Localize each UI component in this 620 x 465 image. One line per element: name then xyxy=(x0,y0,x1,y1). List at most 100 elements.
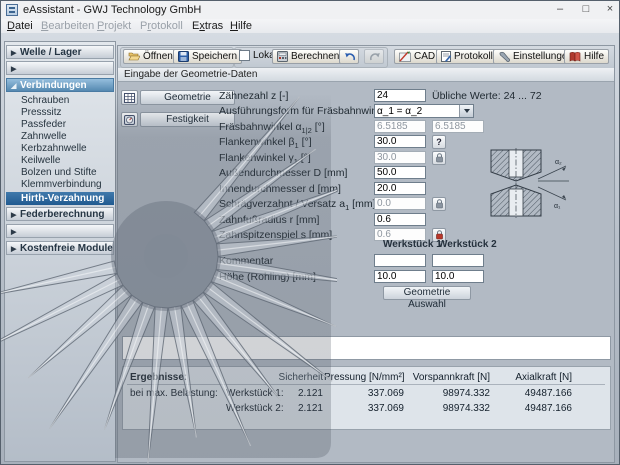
chevron-right-icon: ▶ xyxy=(11,243,20,257)
workpiece-1-label: Werkstück 1 xyxy=(383,239,442,250)
lock-button-offset[interactable] xyxy=(432,197,446,211)
book-icon xyxy=(569,51,581,62)
milling-angle-input-2 xyxy=(432,120,484,133)
label-versatz: Schrägverzahnt / Versatz a1 [mm] xyxy=(219,198,376,212)
results-row-name: Werkstück 1: xyxy=(226,388,284,399)
cad-icon xyxy=(399,51,411,62)
label-zahnfussradius: Zahnfußradius r [mm] xyxy=(219,214,319,226)
chevron-expanded-icon: ◢ xyxy=(11,80,20,94)
results-pressure: 337.069 xyxy=(344,388,404,399)
maximize-icon[interactable]: □ xyxy=(577,3,595,17)
protocol-button[interactable]: Protokoll xyxy=(436,49,498,64)
results-axial: 49487.166 xyxy=(501,403,572,414)
chevron-down-icon[interactable] xyxy=(459,105,473,117)
sidebar-item-zahnradberechnung[interactable]: ▶Zahnradberechnung xyxy=(6,61,114,75)
variant-value: α_1 = α_2 xyxy=(377,106,422,117)
menu-protokoll: Protokoll xyxy=(138,19,185,33)
label-flankenwinkel-beta: Flankenwinkel β1 [°] xyxy=(219,136,312,150)
strength-icon-button[interactable] xyxy=(121,112,138,127)
sidebar-item-welle-lager[interactable]: ▶Welle / Lager xyxy=(6,45,114,59)
geometry-icon-button[interactable] xyxy=(121,90,138,105)
menu-hilfe[interactable]: Hilfe xyxy=(228,19,254,33)
results-title: Ergebnisse: xyxy=(130,372,187,383)
undo-button[interactable] xyxy=(339,49,359,64)
results-load-label: bei max. Belastung: xyxy=(130,388,218,399)
label-flankenwinkel-gamma: Flankenwinkel γ1 [°] xyxy=(219,152,311,166)
workpiece-2-label: Werkstück 2 xyxy=(438,239,497,250)
save-disk-icon xyxy=(178,51,189,62)
offset-input xyxy=(374,197,426,210)
sidebar-item-federberechnung[interactable]: ▶Federberechnung xyxy=(6,207,114,221)
flank-angle-gamma-input xyxy=(374,151,426,164)
comment-input-2[interactable] xyxy=(432,254,484,267)
app-icon xyxy=(6,4,18,16)
inner-diameter-input[interactable] xyxy=(374,182,426,195)
open-button[interactable]: Öffnen xyxy=(123,49,178,64)
sidebar-item-kerbzahnwelle[interactable]: Kerbzahnwelle xyxy=(6,143,114,155)
folder-open-icon xyxy=(128,51,140,62)
sidebar-item-bolzen-und-stifte[interactable]: Bolzen und Stifte xyxy=(6,167,114,179)
root-radius-input[interactable] xyxy=(374,213,426,226)
col-vorspannkraft: Vorspannkraft [N] xyxy=(405,372,490,383)
sidebar-item-verbindungen[interactable]: ◢Verbindungen xyxy=(6,78,114,92)
results-row-name: Werkstück 2: xyxy=(226,403,284,414)
message-bar xyxy=(122,336,611,360)
alpha2-label: α₂ xyxy=(555,159,562,166)
label-kommentar: Kommentar xyxy=(219,255,273,267)
label-zaehnezahl: Zähnezahl z [-] xyxy=(219,90,288,102)
results-preload: 98974.332 xyxy=(415,388,490,399)
label-fraesbahnwinkel: Fräsbahnwinkel α1|2 [°] xyxy=(219,121,325,135)
grid-icon xyxy=(124,93,135,103)
comment-input-1[interactable] xyxy=(374,254,426,267)
sidebar-item-kostenfreie-module[interactable]: ▶Kostenfreie Module xyxy=(6,241,114,255)
lock-icon xyxy=(435,153,444,163)
col-sicherheit: Sicherheit xyxy=(253,372,323,383)
lock-button-gamma[interactable] xyxy=(432,151,446,165)
blank-height-input-1[interactable] xyxy=(374,270,426,283)
flank-angle-beta-input[interactable] xyxy=(374,135,426,148)
toolbar: Öffnen Speichern Lokal Berechnen xyxy=(118,46,614,69)
app-window: eAssistant - GWJ Technology GmbH – □ × D… xyxy=(0,0,620,465)
gauge-icon xyxy=(124,115,135,125)
sidebar-item-zahnwelle[interactable]: Zahnwelle xyxy=(6,131,114,143)
menu-datei[interactable]: Datei xyxy=(5,19,35,33)
label-hoehe-rohling: Höhe (Rohling) [mm] xyxy=(219,271,316,283)
sidebar-item-hirth-verzahnung[interactable]: Hirth-Verzahnung xyxy=(6,192,114,205)
results-safety: 2.121 xyxy=(283,403,323,414)
sidebar: ▶Welle / Lager ▶Zahnradberechnung ◢Verbi… xyxy=(4,41,116,462)
redo-button xyxy=(364,49,384,64)
hirth-coupling-drawing: α₂ α₁ xyxy=(488,148,572,218)
label-aussendurchmesser: Außendurchmesser D [mm] xyxy=(219,167,347,179)
menu-extras[interactable]: Extras xyxy=(190,19,225,33)
blank-height-input-2[interactable] xyxy=(432,270,484,283)
help-button[interactable]: Hilfe xyxy=(564,49,609,64)
help-question-button[interactable]: ? xyxy=(432,135,446,149)
close-icon[interactable]: × xyxy=(601,3,619,17)
sidebar-item-keilwelle[interactable]: Keilwelle xyxy=(6,155,114,167)
milling-angle-input-1 xyxy=(374,120,426,133)
redo-icon xyxy=(369,52,381,62)
teeth-count-input[interactable] xyxy=(374,89,426,102)
cad-button[interactable]: CAD xyxy=(394,49,440,64)
outer-diameter-input[interactable] xyxy=(374,166,426,179)
label-innendurchmesser: Innendurchmesser d [mm] xyxy=(219,183,341,195)
save-button[interactable]: Speichern xyxy=(173,49,242,64)
minimize-icon[interactable]: – xyxy=(551,3,569,17)
checkbox-icon xyxy=(239,50,250,61)
undo-icon xyxy=(344,52,356,62)
section-title: Eingabe der Geometrie-Daten xyxy=(124,69,257,80)
menu-projekt: Projekt xyxy=(95,19,133,33)
sidebar-item-klemmverbindung[interactable]: Klemmverbindung xyxy=(6,179,114,191)
chevron-right-icon: ▶ xyxy=(11,226,20,240)
col-axialkraft: Axialkraft [N] xyxy=(491,372,572,383)
sidebar-item-schrauben[interactable]: Schrauben xyxy=(6,95,114,107)
sidebar-item-riemenberechnung[interactable]: ▶Riemenberechnung xyxy=(6,224,114,238)
calculate-button[interactable]: Berechnen xyxy=(272,49,344,64)
results-panel: Ergebnisse: Sicherheit Pressung [N/mm²] … xyxy=(122,366,611,430)
sidebar-item-passfeder[interactable]: Passfeder xyxy=(6,119,114,131)
variant-dropdown[interactable]: α_1 = α_2 xyxy=(374,104,474,118)
alpha1-label: α₁ xyxy=(554,203,561,210)
lock-icon xyxy=(435,199,444,209)
sidebar-item-presssitz[interactable]: Presssitz xyxy=(6,107,114,119)
geometry-select-button[interactable]: Geometrie Auswahl xyxy=(383,286,471,300)
